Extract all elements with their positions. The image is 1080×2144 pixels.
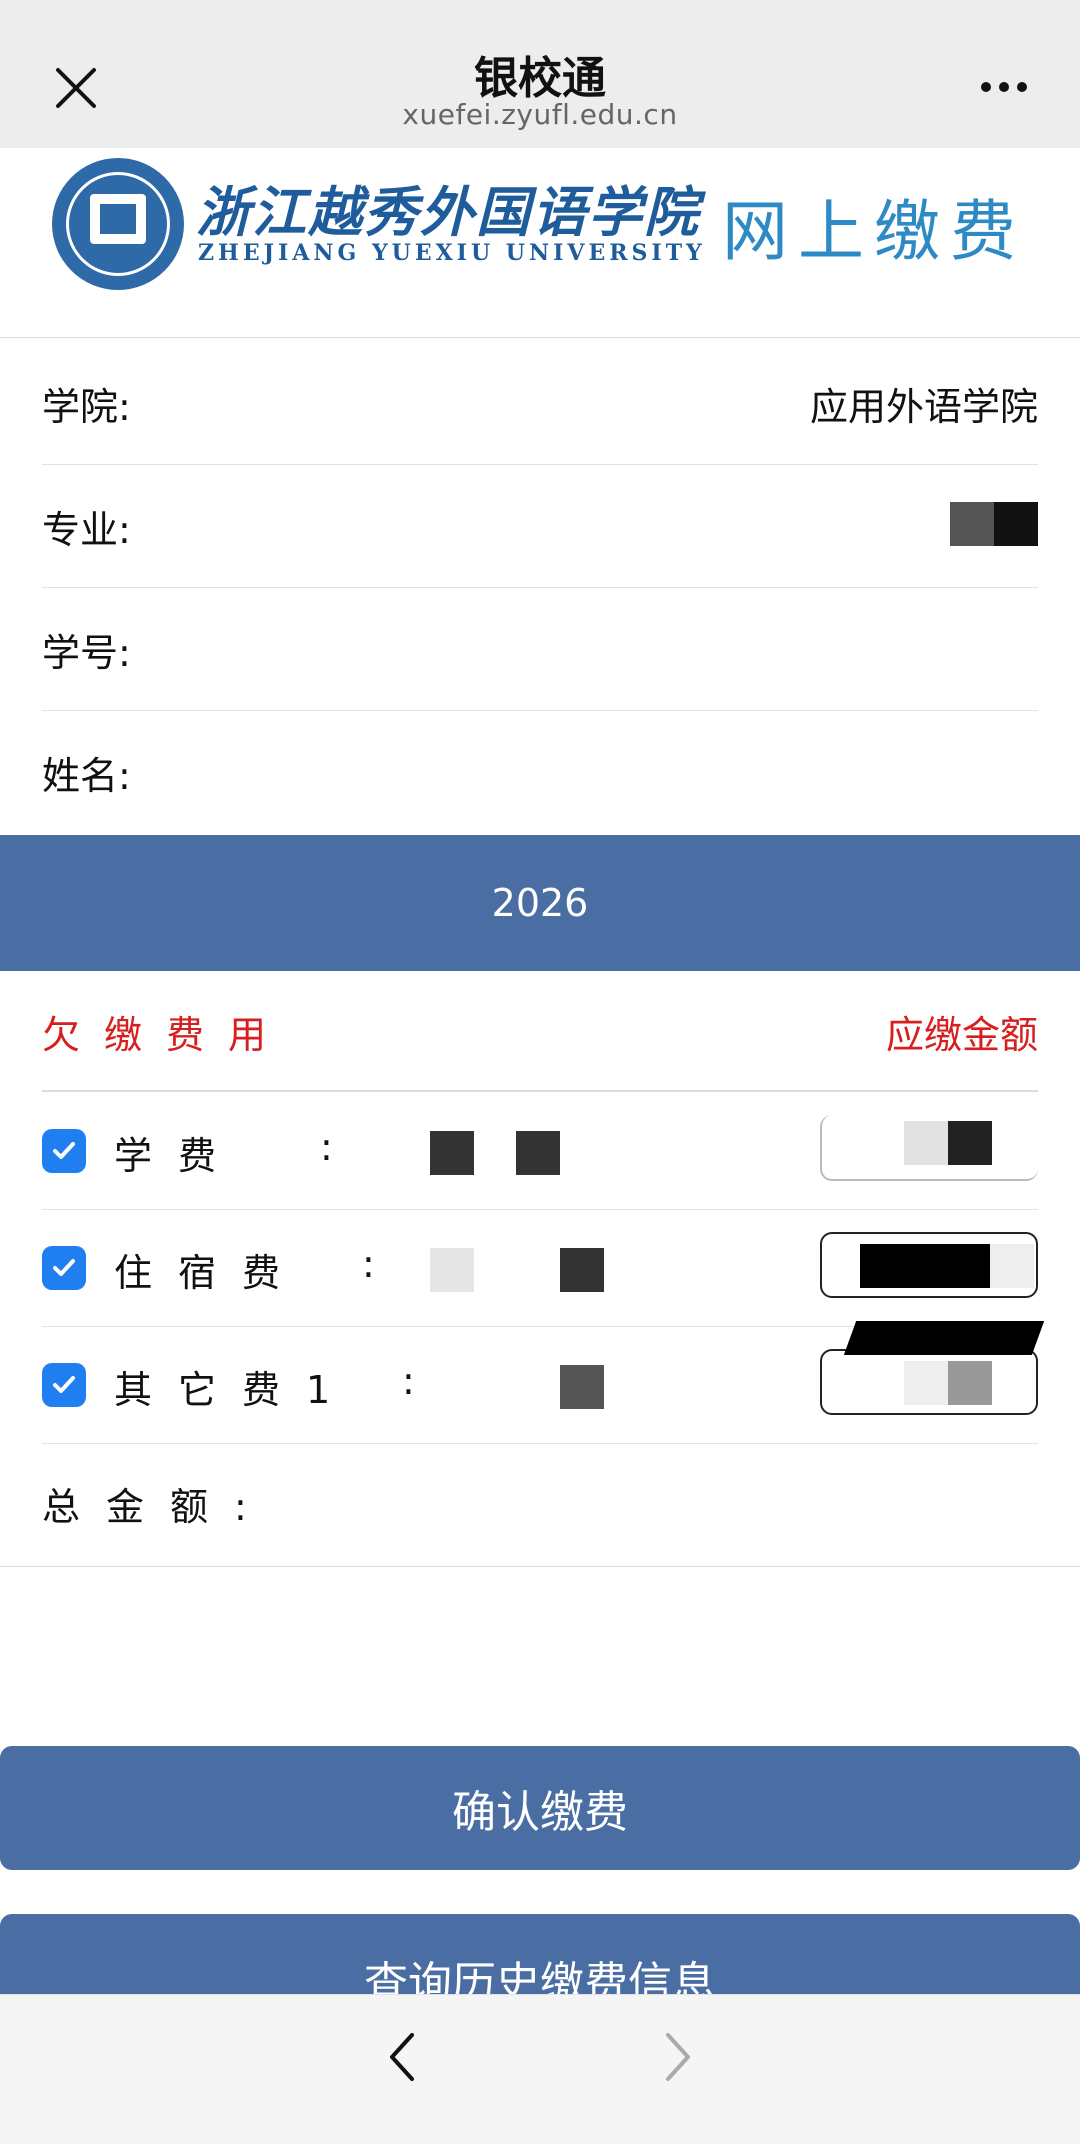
tuition-redacted xyxy=(516,1131,560,1175)
accommodation-label: 住宿费 xyxy=(114,1251,307,1295)
year-bar: 2026 xyxy=(0,835,1080,971)
divider xyxy=(0,1566,1080,1567)
accommodation-redacted xyxy=(560,1248,604,1292)
school-banner: 浙江越秀外国语学院 ZHEJIANG YUEXIU UNIVERSITY 网上缴… xyxy=(0,148,1080,338)
accommodation-colon: : xyxy=(362,1242,375,1286)
school-name-cn: 浙江越秀外国语学院 xyxy=(196,180,700,244)
name-label: 姓名: xyxy=(42,754,131,798)
amount-due-header: 应缴金额 xyxy=(885,1012,1038,1057)
tuition-redacted xyxy=(430,1131,474,1175)
accommodation-redacted xyxy=(430,1248,474,1292)
outstanding-fees-header: 欠缴费用 xyxy=(42,1012,291,1057)
fee-row-accommodation: 住宿费 : xyxy=(42,1210,1038,1327)
school-seal-logo xyxy=(52,158,184,290)
college-label: 学院: xyxy=(42,384,131,429)
other-fee-redacted xyxy=(560,1365,604,1409)
major-label: 专业: xyxy=(42,507,131,552)
bottom-nav xyxy=(0,1994,1080,2144)
confirm-payment-button[interactable]: 确认缴费 xyxy=(0,1746,1080,1870)
page-url: xuefei.zyufl.edu.cn xyxy=(402,98,678,131)
school-name-en: ZHEJIANG YUEXIU UNIVERSITY xyxy=(198,240,706,266)
accommodation-checkbox[interactable] xyxy=(42,1246,86,1290)
tuition-amount-input[interactable] xyxy=(820,1115,1038,1181)
college-value: 应用外语学院 xyxy=(809,384,1038,429)
accommodation-amount-input[interactable] xyxy=(820,1232,1038,1298)
back-arrow-icon[interactable] xyxy=(362,2025,442,2089)
fee-header: 欠缴费用 应缴金额 xyxy=(42,972,1038,1092)
other-fee-label: 其它费1 xyxy=(114,1368,357,1412)
major-row: 专业: xyxy=(42,465,1038,588)
fee-row-tuition: 学费 : xyxy=(42,1093,1038,1210)
college-row: 学院: 应用外语学院 xyxy=(42,342,1038,465)
student-id-label: 学号: xyxy=(42,630,131,675)
total-row: 总金额: xyxy=(42,1444,1038,1566)
fee-row-other: 其它费1 : xyxy=(42,1321,1045,1444)
top-bar: 银校通 xuefei.zyufl.edu.cn xyxy=(0,0,1080,148)
major-value-redacted xyxy=(950,502,1038,550)
tuition-colon: : xyxy=(320,1125,333,1169)
student-id-row: 学号: xyxy=(42,588,1038,711)
other-fee-checkbox[interactable] xyxy=(42,1363,86,1407)
tuition-label: 学费 xyxy=(114,1134,243,1178)
name-row: 姓名: xyxy=(42,711,1038,834)
other-fee-amount-input[interactable] xyxy=(820,1349,1038,1415)
page-title: 银校通 xyxy=(474,53,606,104)
total-amount-label: 总金额: xyxy=(42,1485,273,1529)
other-fee-colon: : xyxy=(402,1359,415,1403)
other-fee-redaction-stroke xyxy=(843,1321,1045,1355)
more-icon[interactable] xyxy=(968,62,1040,112)
payment-title: 网上缴费 xyxy=(722,193,1026,270)
forward-arrow-icon[interactable] xyxy=(638,2025,718,2089)
tuition-checkbox[interactable] xyxy=(42,1129,86,1173)
